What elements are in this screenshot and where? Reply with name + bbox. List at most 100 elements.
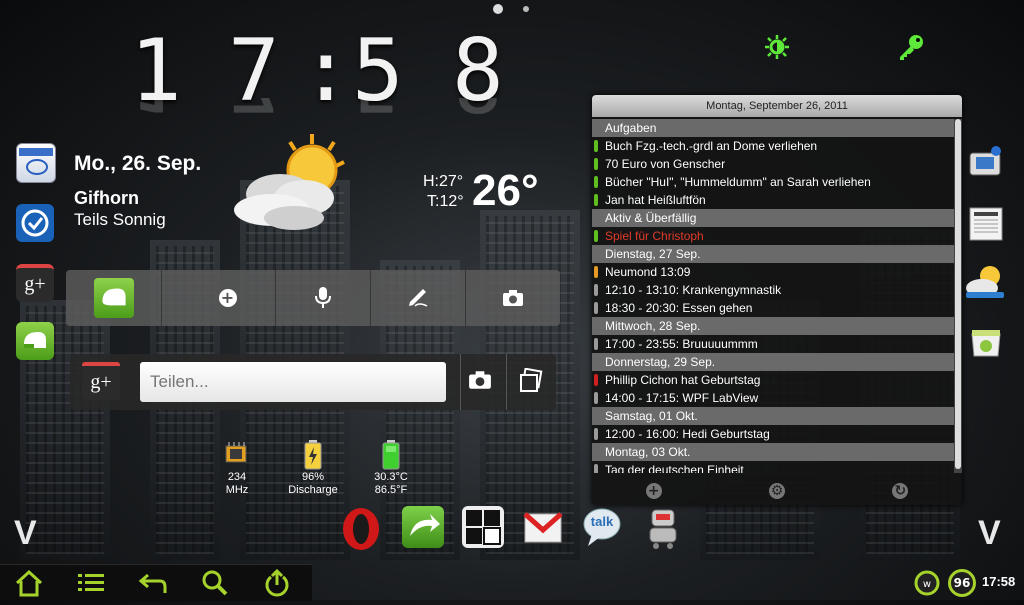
refresh-icon[interactable]: ↻: [892, 483, 909, 499]
google-plus-app-icon[interactable]: g+: [16, 264, 54, 302]
quick-action-handwrite[interactable]: [370, 270, 466, 326]
cpu-icon[interactable]: [220, 440, 252, 470]
calendar-row-text: Aktiv & Überfällig: [605, 211, 697, 225]
calendar-event[interactable]: Bücher "HuI", "Hummeldumm" an Sarah verl…: [592, 173, 954, 191]
multimedia-app-icon[interactable]: [966, 145, 1006, 183]
battery-status: 96% Discharge: [282, 471, 344, 497]
calendar-row-text: Samstag, 01 Okt.: [605, 409, 698, 423]
back-icon[interactable]: [138, 569, 168, 597]
battery-temperature: 30.3°C 86.5°F: [362, 471, 420, 497]
tiles-app-icon[interactable]: [462, 506, 504, 548]
quick-action-add[interactable]: +: [180, 270, 276, 326]
cpu-frequency: 234 MHz: [214, 471, 260, 497]
evernote-app-icon[interactable]: [16, 322, 54, 360]
widget-locker-icon[interactable]: w: [914, 570, 940, 596]
divider: [460, 354, 461, 410]
calendar-scrollbar[interactable]: [954, 119, 962, 473]
share-camera-icon[interactable]: [468, 370, 492, 394]
add-event-icon[interactable]: +: [645, 483, 662, 499]
event-color-marker: [594, 302, 598, 314]
weather-app-icon[interactable]: [964, 262, 1006, 300]
gmail-icon[interactable]: [522, 506, 564, 548]
news-app-icon[interactable]: [966, 205, 1006, 243]
calendar-event[interactable]: Tag der deutschen Einheit: [592, 461, 954, 473]
home-icon[interactable]: [14, 569, 44, 597]
calendar-event[interactable]: Jan hat Heißluftfön: [592, 191, 954, 209]
pen-icon: [408, 289, 427, 307]
weather-condition: Teils Sonnig: [74, 210, 166, 229]
calendar-widget[interactable]: Montag, September 26, 2011 Aufgaben Buch …: [592, 95, 962, 505]
calendar-section-header[interactable]: Montag, 03 Okt.: [592, 443, 954, 461]
event-color-marker: [594, 158, 598, 170]
scroll-left-arrow[interactable]: V: [14, 514, 37, 553]
menu-icon[interactable]: [76, 569, 106, 597]
calendar-section-header[interactable]: Samstag, 01 Okt.: [592, 407, 954, 425]
robot-app-icon[interactable]: [642, 506, 684, 549]
calendar-event[interactable]: Spiel für Christoph: [592, 227, 954, 245]
calendar-event-list[interactable]: Aufgaben Buch Fzg.-tech.-grdl an Dome ver…: [592, 119, 954, 473]
calendar-section-header[interactable]: Aufgaben: [592, 119, 954, 137]
share-gallery-icon[interactable]: [518, 367, 544, 394]
talk-label: talk: [590, 514, 614, 529]
google-plus-icon[interactable]: g+: [82, 362, 120, 400]
svg-text:w: w: [923, 579, 931, 590]
quick-action-voice[interactable]: [275, 270, 371, 326]
search-icon[interactable]: [200, 569, 230, 597]
clock-reflection: 8: [452, 98, 504, 124]
calendar-section-header[interactable]: Mittwoch, 28 Sep.: [592, 317, 954, 335]
calendar-section-header[interactable]: Aktiv & Überfällig: [592, 209, 954, 227]
scroll-right-arrow[interactable]: V: [978, 514, 1001, 553]
upload-icon[interactable]: [262, 568, 292, 597]
navigation-bar: [0, 564, 312, 601]
calendar-row-text: Tag der deutschen Einheit: [605, 463, 744, 473]
calendar-event[interactable]: 17:00 - 23:55: Bruuuuummm: [592, 335, 954, 353]
event-color-marker: [594, 428, 598, 440]
quick-action-camera[interactable]: [465, 270, 560, 326]
city-label: Gifhorn: [74, 188, 139, 208]
calendar-section-header[interactable]: Dienstag, 27 Sep.: [592, 245, 954, 263]
calendar-event[interactable]: 14:00 - 17:15: WPF LabView: [592, 389, 954, 407]
calendar-app-icon[interactable]: [16, 143, 56, 183]
battery-percent: 96%: [301, 471, 325, 483]
wind-app-icon[interactable]: [402, 506, 444, 548]
status-time: 17:58: [982, 574, 1016, 589]
page-indicator-active[interactable]: [493, 4, 503, 14]
battery-temperature-icon[interactable]: [380, 440, 402, 470]
calendar-header[interactable]: Montag, September 26, 2011: [592, 95, 962, 117]
calendar-row-text: 12:00 - 16:00: Hedi Geburtstag: [605, 427, 770, 441]
battery-badge[interactable]: 96: [948, 569, 976, 597]
temperature-fahrenheit: 86.5°F: [374, 484, 408, 496]
page-indicator[interactable]: [523, 6, 529, 12]
key-icon[interactable]: [896, 32, 926, 62]
current-temperature: 26°: [472, 166, 539, 215]
quick-action-evernote[interactable]: [66, 270, 162, 326]
calendar-row-text: Donnerstag, 29 Sep.: [605, 355, 716, 369]
event-color-marker: [594, 338, 598, 350]
scroll-thumb[interactable]: [955, 119, 961, 469]
calendar-event[interactable]: 12:10 - 13:10: Krankengymnastik: [592, 281, 954, 299]
calendar-event[interactable]: Phillip Cichon hat Geburtstag: [592, 371, 954, 389]
event-color-marker: [594, 392, 598, 404]
settings-icon[interactable]: ⚙: [768, 483, 785, 499]
talk-icon[interactable]: talk: [582, 506, 622, 548]
market-app-icon[interactable]: [966, 322, 1006, 360]
brightness-icon[interactable]: [764, 34, 790, 60]
tasks-app-icon[interactable]: [16, 204, 54, 242]
event-color-marker: [594, 266, 598, 278]
calendar-row-text: 18:30 - 20:30: Essen gehen: [605, 301, 753, 315]
weather-sun-cloud-icon[interactable]: [232, 132, 352, 242]
share-input[interactable]: [140, 362, 446, 402]
calendar-event[interactable]: Neumond 13:09: [592, 263, 954, 281]
calendar-event[interactable]: Buch Fzg.-tech.-grdl an Dome verliehen: [592, 137, 954, 155]
calendar-event[interactable]: 70 Euro von Genscher: [592, 155, 954, 173]
calendar-row-text: 70 Euro von Genscher: [605, 157, 726, 171]
calendar-row-text: 12:10 - 13:10: Krankengymnastik: [605, 283, 782, 297]
calendar-event[interactable]: 18:30 - 20:30: Essen gehen: [592, 299, 954, 317]
event-color-marker: [594, 374, 598, 386]
calendar-section-header[interactable]: Donnerstag, 29 Sep.: [592, 353, 954, 371]
temperature-high: H:27°: [423, 173, 464, 190]
calendar-event[interactable]: 12:00 - 16:00: Hedi Geburtstag: [592, 425, 954, 443]
battery-charge-icon[interactable]: [302, 440, 324, 470]
opera-icon[interactable]: [340, 506, 382, 550]
calendar-row-text: Buch Fzg.-tech.-grdl an Dome verliehen: [605, 139, 818, 153]
